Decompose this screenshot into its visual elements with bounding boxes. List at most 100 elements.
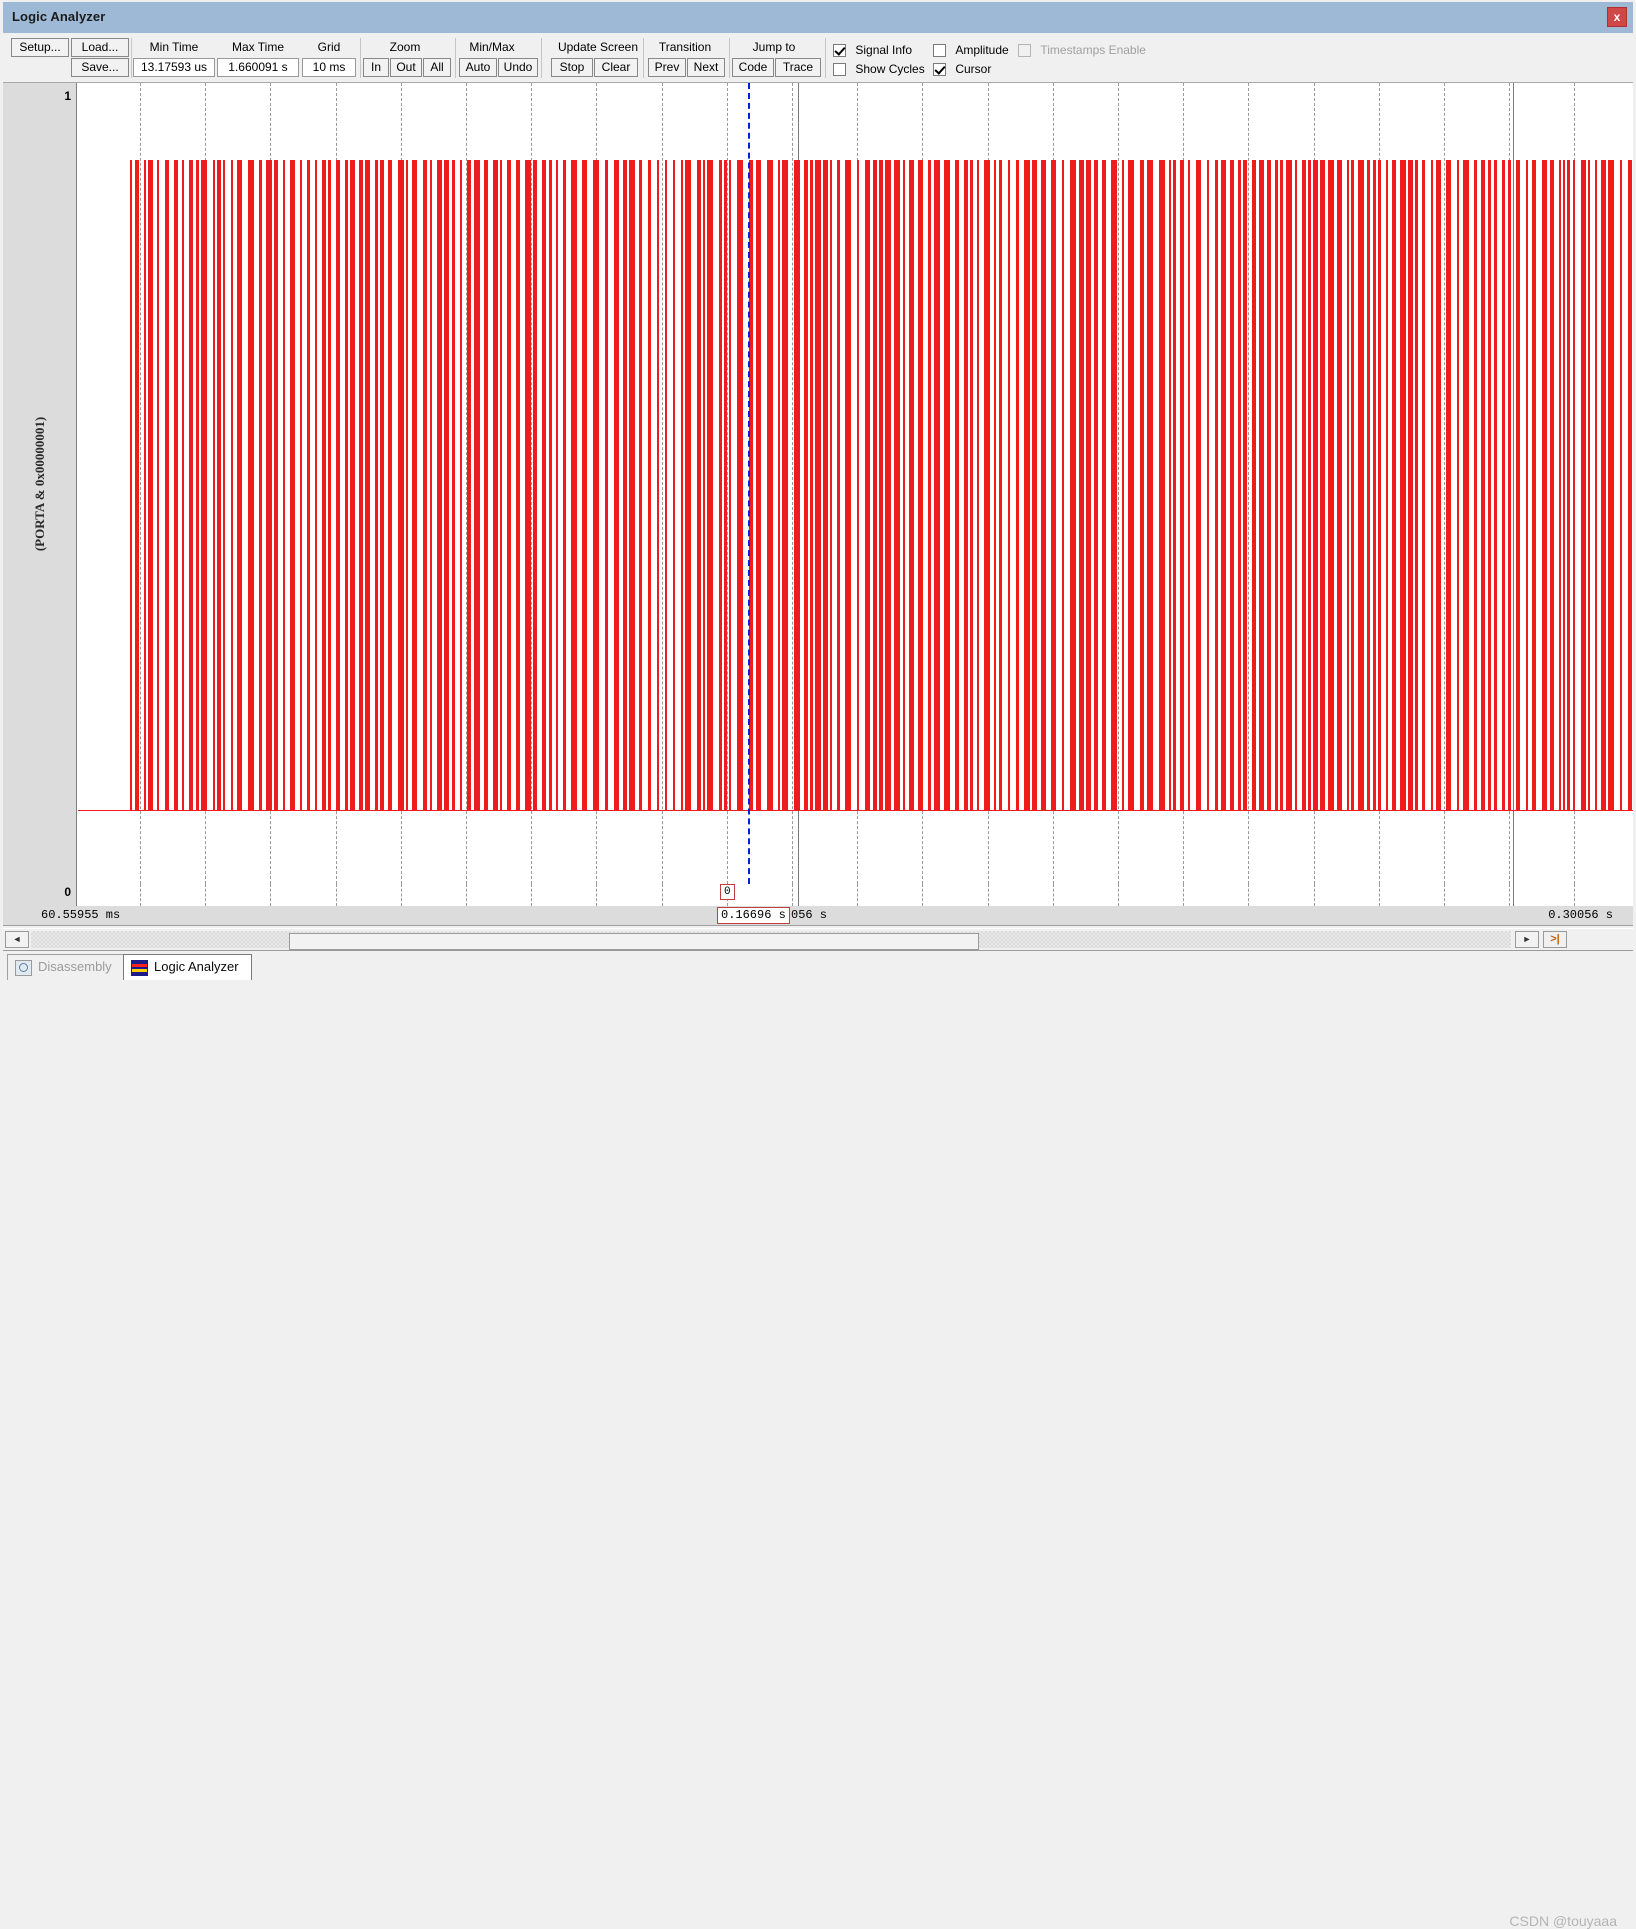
signal-info-checkbox[interactable]: Signal Info <box>833 43 912 59</box>
grid-label: Grid <box>317 40 341 54</box>
grid-tick <box>662 884 663 906</box>
minmax-undo-button[interactable]: Undo <box>498 58 538 77</box>
horizontal-scrollbar[interactable]: ◄ ► >| <box>3 928 1633 950</box>
grid-tick <box>401 884 402 906</box>
update-clear-button[interactable]: Clear <box>594 58 638 77</box>
zoom-out-button[interactable]: Out <box>390 58 422 77</box>
axis-secondary-time: 056 s <box>791 908 828 922</box>
grid-tick <box>466 884 467 906</box>
signal-info-panel: 1 (PORTA & 0x00000001) <box>3 83 77 884</box>
zoom-all-button[interactable]: All <box>423 58 451 77</box>
grid-tick <box>205 884 206 906</box>
load-button[interactable]: Load... <box>71 38 129 57</box>
transition-label: Transition <box>658 40 712 54</box>
grid-tick <box>270 884 271 906</box>
cursor-time-readout: 0.16696 s <box>717 907 790 924</box>
grid-tick <box>857 884 858 906</box>
grid-tick <box>922 884 923 906</box>
checkbox-box <box>1018 44 1031 57</box>
jump-to-trace-button[interactable]: Trace <box>775 58 821 77</box>
signal-max-label: 1 <box>64 89 71 103</box>
cursor-line[interactable] <box>748 83 750 884</box>
cursor-value-tag: 0 <box>720 884 735 900</box>
signal-info-label: Signal Info <box>855 43 913 57</box>
zoom-in-button[interactable]: In <box>363 58 389 77</box>
tab-logic-analyzer-label: Logic Analyzer <box>154 959 239 974</box>
grid-tick <box>596 884 597 906</box>
min-time-label: Min Time <box>149 40 199 54</box>
logic-analyzer-icon <box>131 960 148 976</box>
setup-button[interactable]: Setup... <box>11 38 69 57</box>
scroll-to-end-icon[interactable]: >| <box>1543 931 1567 948</box>
checkbox-box[interactable] <box>833 44 846 57</box>
disassembly-icon <box>15 960 32 976</box>
tab-disassembly-label: Disassembly <box>38 959 112 974</box>
tab-logic-analyzer[interactable]: Logic Analyzer <box>123 954 252 980</box>
cursor-checkbox[interactable]: Cursor <box>933 62 991 78</box>
max-time-field[interactable]: 1.660091 s <box>217 58 299 77</box>
waveform-plot: 1 (PORTA & 0x00000001) <box>3 83 1633 884</box>
scroll-left-arrow-icon[interactable]: ◄ <box>5 931 29 948</box>
axis-right-time: 0.30056 s <box>1548 908 1613 922</box>
transition-next-button[interactable]: Next <box>687 58 725 77</box>
screen-marker-tick <box>798 884 799 906</box>
cursor-label: Cursor <box>955 62 992 76</box>
grid-tick <box>336 884 337 906</box>
checkbox-box[interactable] <box>933 44 946 57</box>
timestamps-enable-checkbox: Timestamps Enable <box>1018 43 1146 59</box>
watermark-label: CSDN @touyaaa <box>1509 1913 1617 1929</box>
grid-tick <box>1183 884 1184 906</box>
grid-tick <box>531 884 532 906</box>
transition-prev-button[interactable]: Prev <box>648 58 686 77</box>
signal-waveform <box>130 160 1633 811</box>
time-axis-bar: 60.55955 ms 056 s 0.16696 s 0.30056 s <box>3 906 1633 926</box>
grid-tick <box>140 884 141 906</box>
axis-zero-row: 0 0 <box>3 884 1633 906</box>
grid-tick <box>1118 884 1119 906</box>
grid-tick <box>1444 884 1445 906</box>
minmax-label: Min/Max <box>469 40 515 54</box>
min-time-field[interactable]: 13.17593 us <box>133 58 215 77</box>
grid-tick <box>1314 884 1315 906</box>
update-stop-button[interactable]: Stop <box>551 58 593 77</box>
grid-tick <box>1379 884 1380 906</box>
checkbox-box[interactable] <box>933 63 946 76</box>
signal-baseline <box>78 810 1633 811</box>
update-screen-label: Update Screen <box>557 40 639 54</box>
save-button[interactable]: Save... <box>71 58 129 77</box>
window-title: Logic Analyzer <box>12 9 106 24</box>
jump-to-code-button[interactable]: Code <box>732 58 774 77</box>
waveform-canvas[interactable] <box>78 83 1633 884</box>
toolbar: Setup... Load... Save... Min Time 13.175… <box>3 33 1633 83</box>
title-bar: Logic Analyzer x <box>3 2 1633 33</box>
signal-min-panel: 0 <box>3 884 77 906</box>
grid-tick <box>1574 884 1575 906</box>
scrollbar-thumb[interactable] <box>289 933 979 950</box>
signal-min-label: 0 <box>64 885 71 899</box>
jump-to-label: Jump to <box>752 40 796 54</box>
grid-tick <box>1053 884 1054 906</box>
logic-analyzer-window: Logic Analyzer x Setup... Load... Save..… <box>0 0 1636 1929</box>
grid-tick <box>988 884 989 906</box>
tab-disassembly[interactable]: Disassembly <box>7 954 125 980</box>
show-cycles-checkbox[interactable]: Show Cycles <box>833 62 925 78</box>
amplitude-label: Amplitude <box>955 43 1009 57</box>
screen-marker-tick <box>1513 884 1514 906</box>
zoom-label: Zoom <box>389 40 421 54</box>
tab-strip: Disassembly Logic Analyzer CSDN @touyaaa <box>3 950 1633 1929</box>
amplitude-checkbox[interactable]: Amplitude <box>933 43 1009 59</box>
grid-tick <box>792 884 793 906</box>
signal-name-label: (PORTA & 0x00000001) <box>31 416 47 551</box>
grid-tick <box>1248 884 1249 906</box>
minmax-auto-button[interactable]: Auto <box>459 58 497 77</box>
scroll-right-arrow-icon[interactable]: ► <box>1515 931 1539 948</box>
show-cycles-label: Show Cycles <box>855 62 925 76</box>
timestamps-enable-label: Timestamps Enable <box>1040 43 1146 57</box>
axis-left-time: 60.55955 ms <box>41 908 121 922</box>
close-icon[interactable]: x <box>1607 7 1627 27</box>
grid-tick <box>1509 884 1510 906</box>
checkbox-box[interactable] <box>833 63 846 76</box>
max-time-label: Max Time <box>231 40 284 54</box>
scrollbar-track[interactable] <box>31 931 1511 950</box>
grid-field[interactable]: 10 ms <box>302 58 356 77</box>
